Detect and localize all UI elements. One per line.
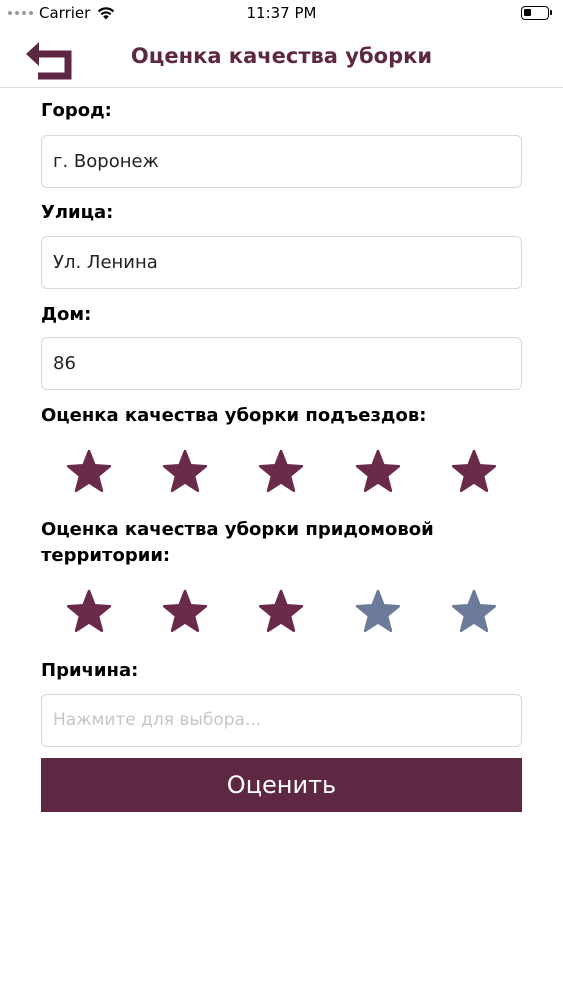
status-bar: Carrier 11:37 PM (0, 0, 563, 30)
page-title: Оценка качества уборки (130, 44, 433, 68)
territory-rating-label-line2: территории: (41, 545, 171, 566)
star-filled-icon[interactable] (258, 449, 304, 495)
reason-label: Причина: (41, 660, 139, 681)
star-filled-icon[interactable] (451, 449, 497, 495)
street-value: Ул. Ленина (53, 252, 158, 273)
city-field[interactable]: г. Воронеж (41, 135, 522, 188)
street-label: Улица: (41, 202, 114, 223)
star-filled-icon[interactable] (258, 589, 304, 635)
star-filled-icon[interactable] (162, 589, 208, 635)
house-value: 86 (53, 353, 76, 374)
star-filled-icon[interactable] (355, 449, 401, 495)
entrance-rating-stars (41, 448, 522, 496)
territory-rating-label-line1: Оценка качества уборки придомовой (41, 519, 434, 540)
nav-bar: Оценка качества уборки (0, 30, 563, 88)
entrance-rating-label: Оценка качества уборки подъездов: (41, 405, 427, 426)
star-empty-icon[interactable] (451, 589, 497, 635)
star-filled-icon[interactable] (162, 449, 208, 495)
reason-select[interactable]: Нажмите для выбора... (41, 694, 522, 747)
star-filled-icon[interactable] (66, 589, 112, 635)
reason-placeholder: Нажмите для выбора... (53, 710, 262, 730)
battery-icon (521, 6, 552, 20)
city-label: Город: (41, 100, 112, 121)
territory-rating-label: Оценка качества уборки придомовой террит… (41, 517, 434, 569)
submit-button[interactable]: Оценить (41, 758, 522, 812)
status-time: 11:37 PM (246, 4, 317, 22)
house-label: Дом: (41, 304, 92, 325)
street-field[interactable]: Ул. Ленина (41, 236, 522, 289)
city-value: г. Воронеж (53, 151, 159, 172)
star-empty-icon[interactable] (355, 589, 401, 635)
territory-rating-stars (41, 588, 522, 636)
star-filled-icon[interactable] (66, 449, 112, 495)
house-field[interactable]: 86 (41, 337, 522, 390)
